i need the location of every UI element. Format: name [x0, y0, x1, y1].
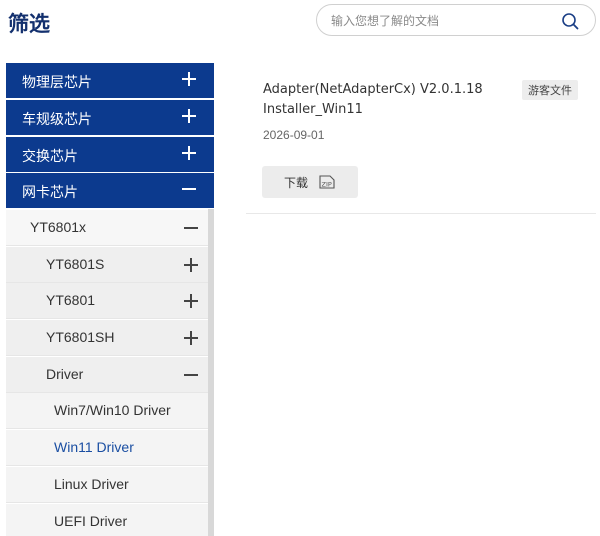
expand-plus-icon[interactable]: [184, 331, 198, 345]
tree-item-yt6801x[interactable]: YT6801x: [6, 210, 208, 246]
tree-item-linux-driver[interactable]: Linux Driver: [6, 467, 208, 503]
sidebar-category-label: 车规级芯片: [22, 112, 92, 128]
page-title: 筛选: [8, 12, 50, 36]
document-date: 2026-09-01: [263, 128, 325, 142]
tree-item-win11-driver[interactable]: Win11 Driver: [6, 430, 208, 466]
guest-file-badge: 游客文件: [522, 80, 578, 100]
document-title[interactable]: Adapter(NetAdapterCx) V2.0.1.18 Installe…: [263, 80, 503, 120]
tree-item-label: YT6801x: [30, 219, 87, 235]
category-edge: [208, 63, 214, 98]
tree-item-label: YT6801S: [46, 256, 105, 272]
tree-item-label-selected: Win11 Driver: [54, 439, 134, 455]
expand-plus-icon[interactable]: [182, 146, 196, 160]
sidebar-category-switch[interactable]: 交换芯片: [6, 137, 208, 172]
sidebar-category-automotive[interactable]: 车规级芯片: [6, 100, 208, 135]
expand-plus-icon[interactable]: [182, 72, 196, 86]
tree-item-label: UEFI Driver: [54, 513, 128, 529]
search-box[interactable]: [316, 4, 596, 36]
sidebar-scrollbar[interactable]: [208, 209, 214, 536]
category-edge: [208, 100, 214, 135]
expand-plus-icon[interactable]: [184, 294, 198, 308]
collapse-minus-icon[interactable]: [184, 368, 198, 382]
expand-plus-icon[interactable]: [182, 109, 196, 123]
sidebar-category-label: 交换芯片: [22, 149, 78, 165]
tree-item-label: Win7/Win10 Driver: [54, 402, 171, 418]
scrollbar-thumb[interactable]: [208, 209, 214, 536]
tree-item-label: YT6801SH: [46, 329, 115, 345]
document-card: Adapter(NetAdapterCx) V2.0.1.18 Installe…: [246, 68, 596, 214]
tree-item-yt6801sh[interactable]: YT6801SH: [6, 320, 208, 356]
category-edge: [208, 173, 214, 208]
tree-item-driver[interactable]: Driver: [6, 357, 208, 393]
tree-item-yt6801s[interactable]: YT6801S: [6, 247, 208, 283]
tree-item-uefi-driver[interactable]: UEFI Driver: [6, 504, 208, 536]
expand-plus-icon[interactable]: [184, 258, 198, 272]
tree-item-label: Driver: [46, 366, 84, 382]
sidebar-category-nic[interactable]: 网卡芯片: [6, 173, 208, 208]
category-edge: [208, 137, 214, 172]
search-input[interactable]: [331, 11, 551, 31]
sidebar-category-label: 物理层芯片: [22, 75, 92, 91]
zip-file-icon: ZIP: [319, 175, 335, 189]
collapse-minus-icon[interactable]: [184, 221, 198, 235]
download-label: 下载: [284, 176, 309, 190]
tree-item-label: YT6801: [46, 292, 96, 308]
download-button[interactable]: 下载 ZIP: [262, 166, 358, 198]
sidebar-category-label: 网卡芯片: [22, 185, 78, 201]
collapse-minus-icon[interactable]: [182, 182, 196, 196]
sidebar-nav: 物理层芯片 车规级芯片 交换芯片 网卡芯片 YT6801x YT6801S YT…: [6, 63, 214, 536]
tree-item-label: Linux Driver: [54, 476, 129, 492]
search-icon[interactable]: [561, 12, 579, 30]
sidebar-category-physical-layer[interactable]: 物理层芯片: [6, 63, 208, 98]
tree-item-win7-win10-driver[interactable]: Win7/Win10 Driver: [6, 393, 208, 429]
svg-text:ZIP: ZIP: [322, 181, 332, 189]
tree-item-yt6801[interactable]: YT6801: [6, 283, 208, 319]
